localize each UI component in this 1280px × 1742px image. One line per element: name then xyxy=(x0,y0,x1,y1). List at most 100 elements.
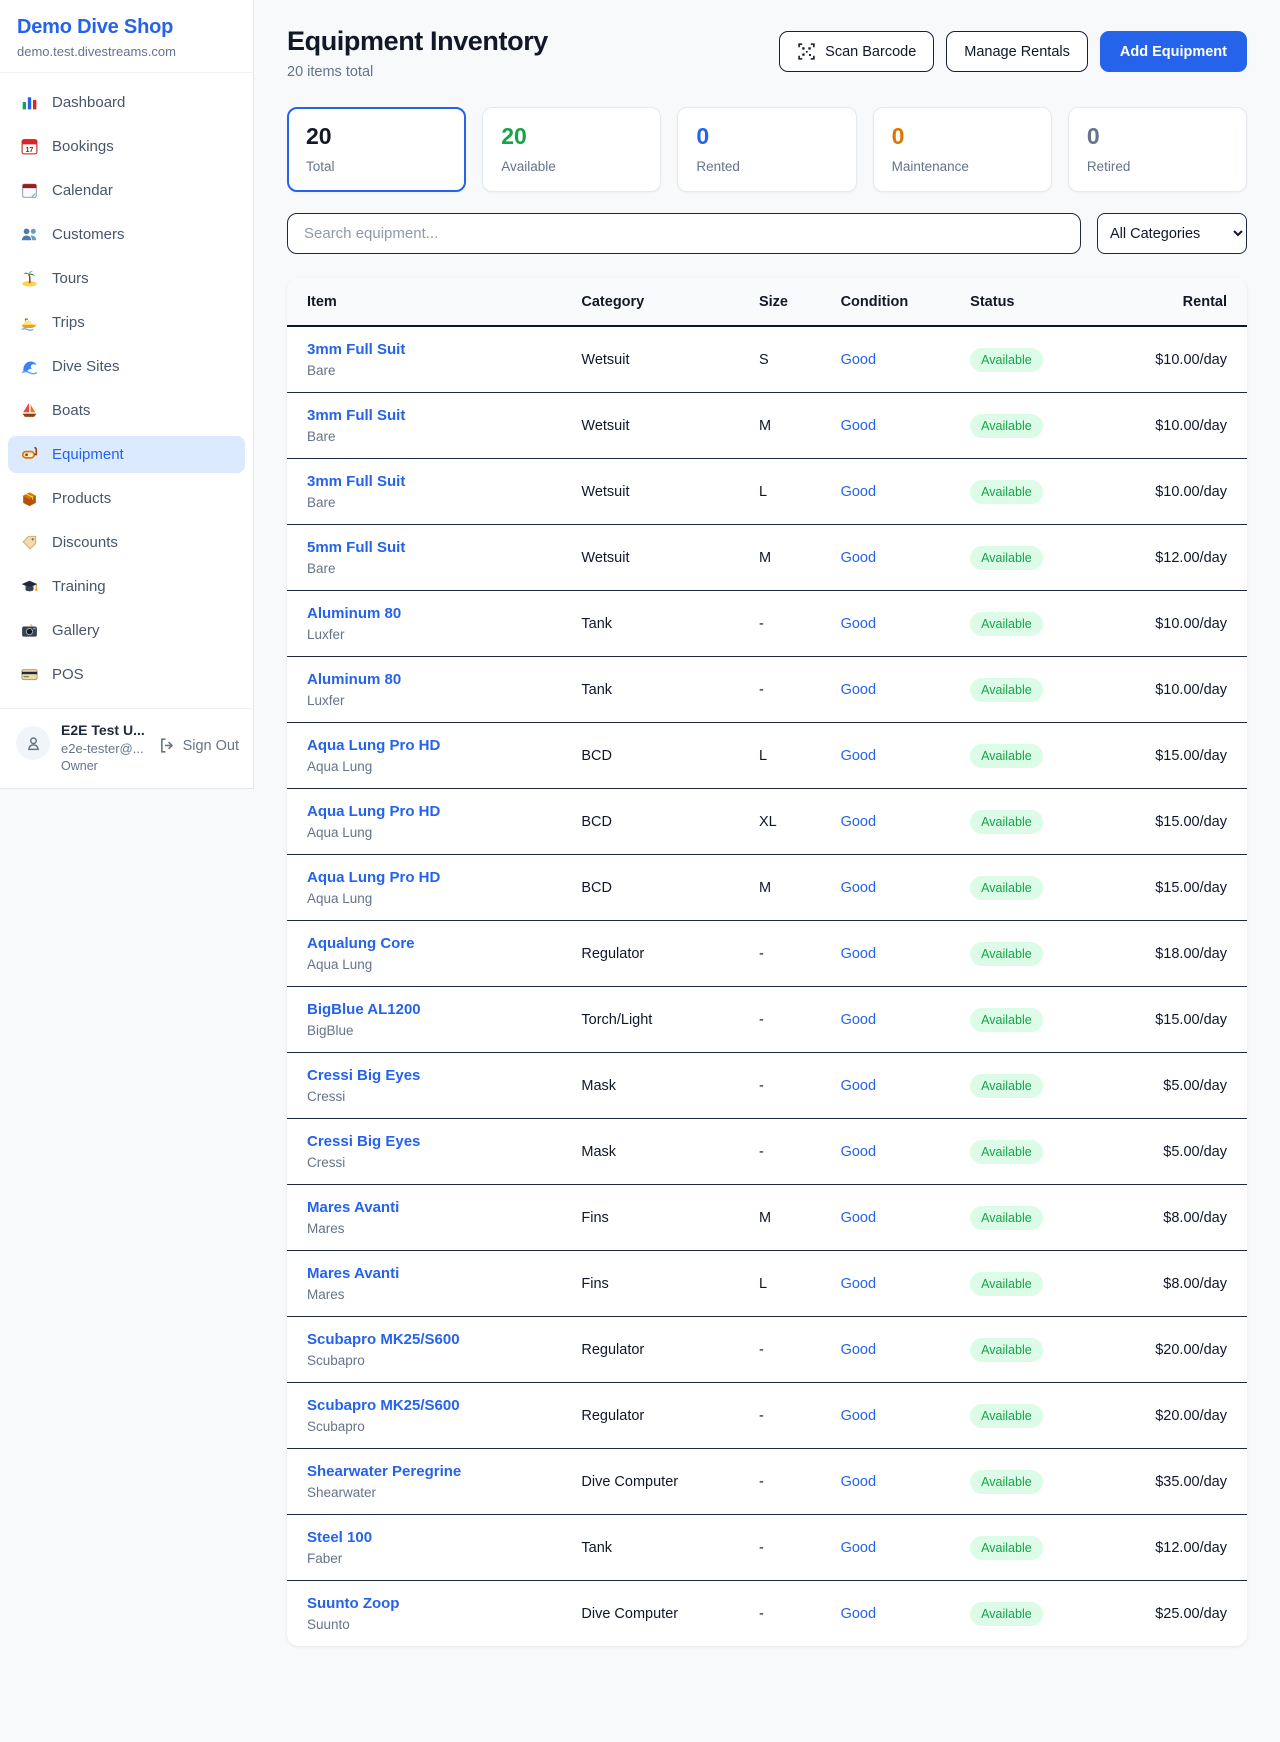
category-select[interactable]: All Categories xyxy=(1097,213,1247,254)
sidebar-item-customers[interactable]: Customers xyxy=(8,216,245,253)
item-condition-link[interactable]: Good xyxy=(841,550,876,566)
sidebar-item-gallery[interactable]: Gallery xyxy=(8,612,245,649)
item-name-link[interactable]: BigBlue AL1200 xyxy=(307,1001,421,1018)
table-row: BigBlue AL1200 BigBlue Torch/Light - Goo… xyxy=(287,987,1247,1053)
item-condition-link[interactable]: Good xyxy=(841,1276,876,1292)
item-name-link[interactable]: Scubapro MK25/S600 xyxy=(307,1397,460,1414)
sidebar-item-dive-sites[interactable]: Dive Sites xyxy=(8,348,245,385)
item-condition-link[interactable]: Good xyxy=(841,1540,876,1556)
item-name-link[interactable]: Aluminum 80 xyxy=(307,605,401,622)
sidebar-item-dashboard[interactable]: Dashboard xyxy=(8,84,245,121)
item-condition-link[interactable]: Good xyxy=(841,1408,876,1424)
user-info: E2E Test U... e2e-tester@... Owner xyxy=(61,722,145,773)
item-brand: Shearwater xyxy=(307,1485,549,1500)
status-badge: Available xyxy=(970,876,1043,900)
item-brand: Luxfer xyxy=(307,627,549,642)
item-condition-link[interactable]: Good xyxy=(841,1012,876,1028)
sidebar-item-bookings[interactable]: 17 Bookings xyxy=(8,128,245,165)
item-brand: Mares xyxy=(307,1221,549,1236)
sidebar-item-calendar[interactable]: Calendar xyxy=(8,172,245,209)
sidebar-item-pos[interactable]: POS xyxy=(8,656,245,693)
sidebar-nav: Dashboard 17 Bookings Calendar Customers… xyxy=(0,73,253,708)
add-equipment-button[interactable]: Add Equipment xyxy=(1100,31,1247,72)
stat-card-retired[interactable]: 0 Retired xyxy=(1068,107,1247,192)
item-condition-link[interactable]: Good xyxy=(841,418,876,434)
item-condition-link[interactable]: Good xyxy=(841,1606,876,1622)
table-row: Aqualung Core Aqua Lung Regulator - Good… xyxy=(287,921,1247,987)
sidebar-item-products[interactable]: Products xyxy=(8,480,245,517)
item-rental: $15.00/day xyxy=(1108,789,1247,855)
table-row: 3mm Full Suit Bare Wetsuit M Good Availa… xyxy=(287,393,1247,459)
item-condition-link[interactable]: Good xyxy=(841,814,876,830)
item-name-link[interactable]: Aqua Lung Pro HD xyxy=(307,869,440,886)
items-total-subtitle: 20 items total xyxy=(287,64,548,80)
logout-icon xyxy=(157,736,176,755)
item-condition-link[interactable]: Good xyxy=(841,1474,876,1490)
item-category: Dive Computer xyxy=(565,1449,743,1515)
item-condition-link[interactable]: Good xyxy=(841,1144,876,1160)
brand: Demo Dive Shop demo.test.divestreams.com xyxy=(0,0,253,72)
item-size: L xyxy=(743,459,825,525)
sidebar-item-label: Trips xyxy=(52,314,85,331)
item-name-link[interactable]: Mares Avanti xyxy=(307,1199,399,1216)
item-name-link[interactable]: Shearwater Peregrine xyxy=(307,1463,461,1480)
item-rental: $8.00/day xyxy=(1108,1251,1247,1317)
stat-card-rented[interactable]: 0 Rented xyxy=(677,107,856,192)
item-category: Regulator xyxy=(565,1317,743,1383)
scan-barcode-button[interactable]: Scan Barcode xyxy=(779,31,934,72)
sidebar-item-equipment[interactable]: Equipment xyxy=(8,436,245,473)
item-condition-link[interactable]: Good xyxy=(841,880,876,896)
sign-out-button[interactable]: Sign Out xyxy=(157,722,239,755)
item-name-link[interactable]: Cressi Big Eyes xyxy=(307,1067,420,1084)
item-name-link[interactable]: 3mm Full Suit xyxy=(307,341,405,358)
item-condition-link[interactable]: Good xyxy=(841,682,876,698)
status-badge: Available xyxy=(970,414,1043,438)
item-rental: $12.00/day xyxy=(1108,1515,1247,1581)
item-size: M xyxy=(743,525,825,591)
table-row: Cressi Big Eyes Cressi Mask - Good Avail… xyxy=(287,1053,1247,1119)
item-name-link[interactable]: Aqua Lung Pro HD xyxy=(307,737,440,754)
stat-card-total[interactable]: 20 Total xyxy=(287,107,466,192)
item-size: M xyxy=(743,393,825,459)
item-name-link[interactable]: Aqualung Core xyxy=(307,935,415,952)
stat-card-available[interactable]: 20 Available xyxy=(482,107,661,192)
sidebar-item-discounts[interactable]: Discounts xyxy=(8,524,245,561)
main-content: Equipment Inventory 20 items total Scan … xyxy=(254,0,1280,1676)
item-condition-link[interactable]: Good xyxy=(841,1342,876,1358)
item-condition-link[interactable]: Good xyxy=(841,946,876,962)
sidebar-item-boats[interactable]: Boats xyxy=(8,392,245,429)
item-name-link[interactable]: Steel 100 xyxy=(307,1529,372,1546)
item-condition-link[interactable]: Good xyxy=(841,484,876,500)
search-input[interactable] xyxy=(287,213,1081,254)
item-category: Mask xyxy=(565,1119,743,1185)
item-condition-link[interactable]: Good xyxy=(841,1078,876,1094)
item-name-link[interactable]: Aluminum 80 xyxy=(307,671,401,688)
item-brand: Aqua Lung xyxy=(307,825,549,840)
item-name-link[interactable]: 3mm Full Suit xyxy=(307,407,405,424)
item-name-link[interactable]: Mares Avanti xyxy=(307,1265,399,1282)
item-condition-link[interactable]: Good xyxy=(841,352,876,368)
item-name-link[interactable]: Suunto Zoop xyxy=(307,1595,399,1612)
item-category: Wetsuit xyxy=(565,459,743,525)
sidebar-item-trips[interactable]: Trips xyxy=(8,304,245,341)
grad-cap-icon xyxy=(20,577,39,596)
item-condition-link[interactable]: Good xyxy=(841,748,876,764)
sidebar-item-training[interactable]: Training xyxy=(8,568,245,605)
item-rental: $5.00/day xyxy=(1108,1119,1247,1185)
manage-rentals-button[interactable]: Manage Rentals xyxy=(946,31,1088,72)
item-brand: Scubapro xyxy=(307,1353,549,1368)
item-name-link[interactable]: 5mm Full Suit xyxy=(307,539,405,556)
item-condition-link[interactable]: Good xyxy=(841,616,876,632)
sidebar-item-label: Products xyxy=(52,490,111,507)
item-condition-link[interactable]: Good xyxy=(841,1210,876,1226)
item-name-link[interactable]: 3mm Full Suit xyxy=(307,473,405,490)
item-name-link[interactable]: Cressi Big Eyes xyxy=(307,1133,420,1150)
user-name: E2E Test U... xyxy=(61,722,145,738)
item-rental: $5.00/day xyxy=(1108,1053,1247,1119)
item-name-link[interactable]: Aqua Lung Pro HD xyxy=(307,803,440,820)
stat-card-maintenance[interactable]: 0 Maintenance xyxy=(873,107,1052,192)
sidebar-item-label: Discounts xyxy=(52,534,118,551)
users-icon xyxy=(20,225,39,244)
item-name-link[interactable]: Scubapro MK25/S600 xyxy=(307,1331,460,1348)
sidebar-item-tours[interactable]: Tours xyxy=(8,260,245,297)
